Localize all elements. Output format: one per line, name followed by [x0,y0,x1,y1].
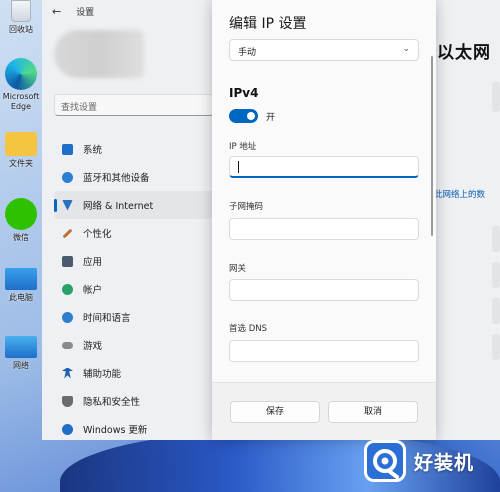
ipv4-toggle-label: 开 [266,113,276,123]
ipv4-heading: IPv4 [229,86,259,100]
nav-item-label: 游戏 [83,341,103,352]
preferred-dns-label: 首选 DNS [229,324,268,334]
subnet-mask-input[interactable] [229,218,419,240]
desktop-icon-label: 文件夹 [9,159,33,168]
apps-icon [62,255,73,267]
folder-icon [5,132,37,156]
ip-address-input[interactable] [229,156,419,178]
network-properties-link[interactable]: 此网络上的数 [434,188,485,200]
watermark-mark-icon [373,449,399,479]
dialog-scrollbar[interactable] [431,56,433,236]
wechat-icon [5,198,37,230]
page-title: 以太网 [437,43,491,63]
nav-item-accounts[interactable]: 帐户 [54,275,219,303]
nav-item-label: 系统 [83,145,103,156]
watermark-text: 好装机 [414,452,475,474]
nav-item-system[interactable]: 系统 [54,135,219,163]
monitor-icon [5,268,37,290]
nav-item-label: 辅助功能 [83,369,122,380]
settings-card[interactable] [492,82,500,112]
cancel-button[interactable]: 取消 [328,401,418,423]
gateway-input[interactable] [229,279,419,301]
preferred-dns-input[interactable] [229,340,419,362]
text-caret [238,161,239,173]
desktop-icon-folder[interactable]: 文件夹 [0,132,42,169]
nav-item-network[interactable]: 网络 & Internet [54,191,219,219]
nav-item-label: 隐私和安全性 [83,397,141,408]
chevron-down-icon: ⌄ [402,44,410,54]
desktop-icon-label: Microsoft Edge [2,92,40,111]
desktop-icon-label: 网络 [13,361,29,370]
nav-item-label: 个性化 [83,229,112,240]
settings-card[interactable] [492,298,500,324]
nav-item-privacy[interactable]: 隐私和安全性 [54,387,219,415]
desktop-icon-wechat[interactable]: 微信 [0,198,42,243]
watermark-badge-icon [364,440,406,482]
desktop-icon-label: 回收站 [9,25,33,34]
back-arrow-icon[interactable]: ← [52,5,61,18]
watermark-logo: 好装机 [364,438,494,484]
nav-item-label: 时间和语言 [83,313,131,324]
nav-item-windows-update[interactable]: Windows 更新 [54,415,219,440]
desktop-icon-recycle-bin[interactable]: 回收站 [0,0,42,35]
toggle-knob [247,112,255,120]
globe-clock-icon [62,311,73,323]
nav-item-bluetooth[interactable]: 蓝牙和其他设备 [54,163,219,191]
desktop-icon-label: 微信 [13,233,29,242]
network-icon [5,336,37,358]
bluetooth-icon [62,171,73,183]
ipv4-toggle[interactable] [229,109,258,123]
settings-card[interactable] [492,226,500,252]
nav-item-personalization[interactable]: 个性化 [54,219,219,247]
edge-icon [5,58,37,90]
nav-item-accessibility[interactable]: 辅助功能 [54,359,219,387]
ip-mode-value: 手动 [238,48,257,58]
desktop-icon-network[interactable]: 网络 [0,336,42,371]
desktop-icon-edge[interactable]: Microsoft Edge [0,58,42,112]
nav-item-label: 帐户 [83,285,103,296]
settings-search-input[interactable]: 查找设置 [54,94,214,116]
wifi-icon [62,199,73,211]
settings-card[interactable] [492,334,500,360]
brush-icon [62,228,73,238]
nav-item-label: 网络 & Internet [83,201,154,212]
account-avatar-blurred [54,30,144,78]
nav-item-label: Windows 更新 [83,425,148,436]
save-button[interactable]: 保存 [230,401,320,423]
nav-item-label: 蓝牙和其他设备 [83,173,150,184]
recycle-bin-icon [11,0,31,22]
ip-mode-dropdown[interactable]: 手动 ⌄ [229,39,419,61]
update-icon [62,423,73,435]
settings-title: 设置 [76,8,95,18]
nav-item-time-language[interactable]: 时间和语言 [54,303,219,331]
subnet-mask-label: 子网掩码 [229,202,264,212]
dialog-title: 编辑 IP 设置 [229,16,307,32]
person-icon [62,283,73,295]
nav-item-apps[interactable]: 应用 [54,247,219,275]
monitor-icon [62,143,73,155]
desktop-icon-this-pc[interactable]: 此电脑 [0,268,42,303]
settings-card[interactable] [492,262,500,288]
gamepad-icon [62,341,73,349]
accessibility-icon [62,367,73,379]
settings-nav: 系统 蓝牙和其他设备 网络 & Internet 个性化 应用 帐户 时间和语言 [54,135,219,440]
settings-titlebar: ← 设置 [52,5,94,18]
gateway-label: 网关 [229,264,247,274]
shield-icon [62,395,73,407]
nav-item-gaming[interactable]: 游戏 [54,331,219,359]
nav-item-label: 应用 [83,257,103,268]
edit-ip-dialog: 编辑 IP 设置 手动 ⌄ IPv4 开 IP 地址 子网掩码 网关 首选 DN… [212,0,436,440]
desktop-icon-label: 此电脑 [9,293,33,302]
ip-address-label: IP 地址 [229,142,257,152]
